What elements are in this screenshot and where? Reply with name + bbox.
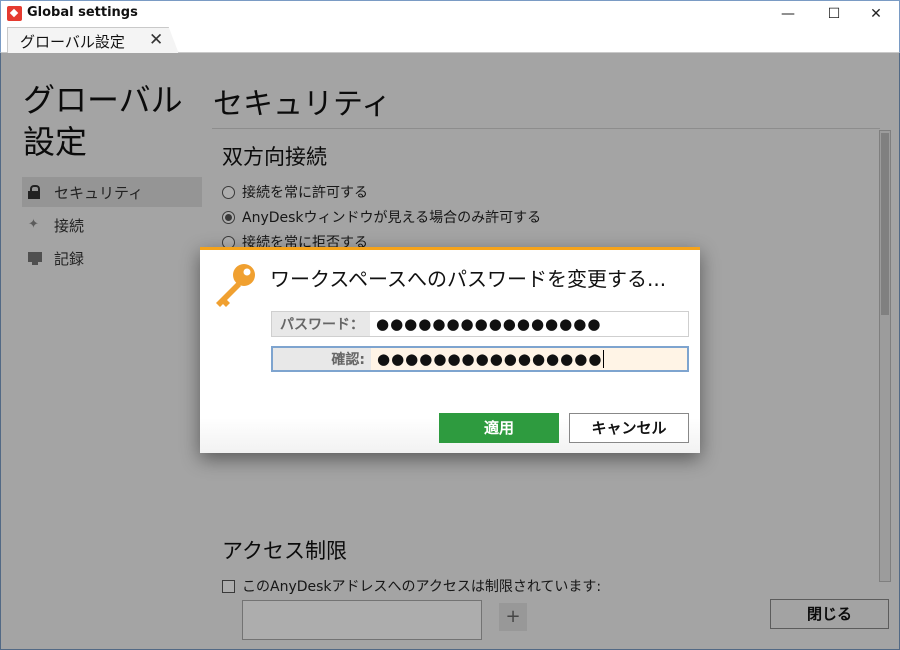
maximize-button[interactable]: ☐ [811, 1, 857, 27]
apply-button[interactable]: 適用 [439, 413, 559, 443]
confirm-input[interactable]: ●●●●●●●●●●●●●●●● [371, 349, 605, 369]
confirm-input-value: ●●●●●●●●●●●●●●●● [377, 349, 603, 368]
text-caret [603, 350, 605, 369]
minimize-button[interactable]: — [765, 1, 811, 27]
tab-global-settings[interactable]: グローバル設定 ✕ [7, 27, 179, 54]
window-title: Global settings [27, 5, 138, 20]
dialog-title: ワークスペースへのパスワードを変更する... [270, 267, 667, 291]
close-window-button[interactable]: ✕ [853, 1, 899, 27]
password-input[interactable]: ●●●●●●●●●●●●●●●● [370, 315, 601, 333]
tab-strip: グローバル設定 ✕ [0, 26, 900, 54]
anydesk-logo-icon [7, 6, 22, 21]
cancel-button[interactable]: キャンセル [569, 413, 689, 443]
tab-close-icon[interactable]: ✕ [149, 30, 163, 50]
confirm-field[interactable]: 確認: ●●●●●●●●●●●●●●●● [271, 346, 689, 372]
confirm-label: 確認: [273, 348, 371, 370]
title-bar: Global settings — ☐ ✕ [0, 0, 900, 26]
password-label: パスワード： [272, 312, 370, 336]
password-field[interactable]: パスワード： ●●●●●●●●●●●●●●●● [271, 311, 689, 337]
key-icon [216, 264, 255, 307]
change-password-dialog: ワークスペースへのパスワードを変更する... パスワード： ●●●●●●●●●●… [200, 247, 700, 453]
tab-label: グローバル設定 [20, 33, 125, 51]
